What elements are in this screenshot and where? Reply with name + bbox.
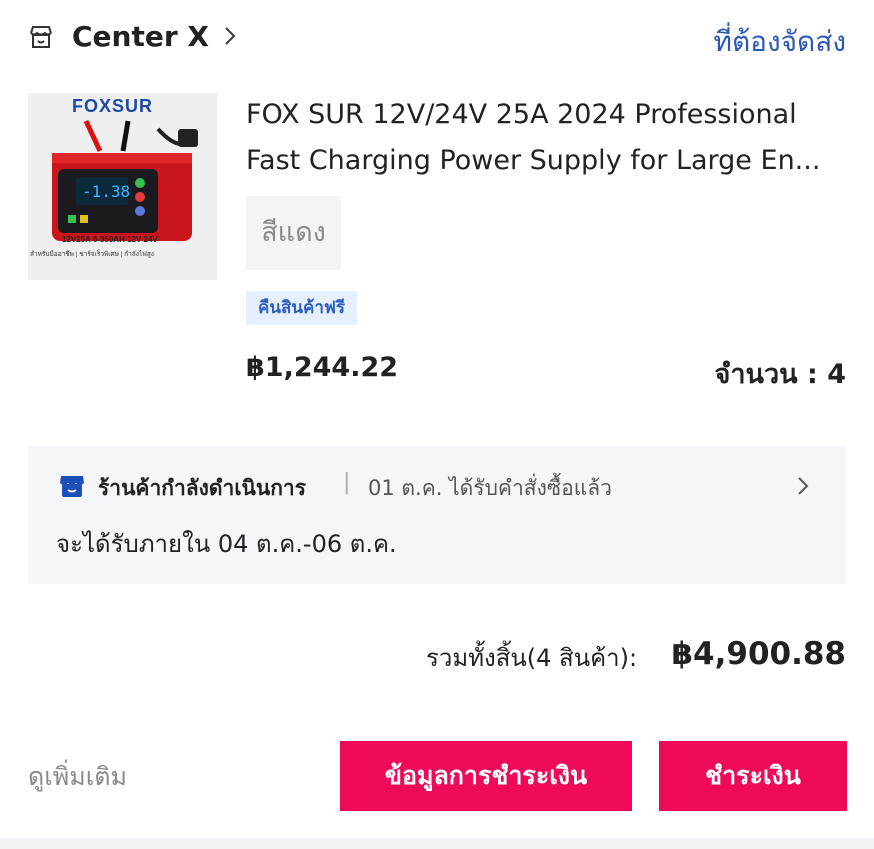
product-image-features: สำหรับมืออาชีพ | ชาร์จเร็วพิเศษ | กำลังไ…: [30, 251, 154, 258]
product-image[interactable]: FOXSUR -1.38 12V25A 6-350AH 12V 24V สำหร…: [28, 93, 217, 280]
product-title-line-2[interactable]: Fast Charging Power Supply for Large En.…: [246, 138, 846, 184]
product-title[interactable]: FOX SUR 12V/24V 25A 2024 Professional Fa…: [246, 92, 846, 184]
order-status: ที่ต้องจัดส่ง: [713, 25, 846, 58]
shipping-detail: 01 ต.ค. ได้รับคำสั่งซื้อแล้ว: [368, 476, 612, 500]
payment-info-button[interactable]: ข้อมูลการชำระเงิน: [340, 741, 632, 811]
product-price: ฿1,244.22: [246, 352, 399, 383]
store-processing-icon: [60, 476, 84, 497]
pay-button[interactable]: ชำระเงิน: [659, 741, 847, 811]
store-header[interactable]: Center X ที่ต้องจัดส่ง: [28, 18, 846, 58]
product-title-line-1[interactable]: FOX SUR 12V/24V 25A 2024 Professional: [246, 92, 846, 138]
see-more-link[interactable]: ดูเพิ่มเติม: [28, 757, 127, 797]
svg-text:-1.38: -1.38: [82, 182, 130, 201]
bottom-divider: [0, 838, 874, 849]
free-return-badge: คืนสินค้าฟรี: [246, 291, 357, 325]
order-total-value: ฿4,900.88: [671, 636, 846, 672]
store-icon: [30, 26, 52, 48]
order-total-label: รวมทั้งสิ้น(4 สินค้า):: [426, 644, 638, 672]
product-image-spec: 12V25A 6-350AH 12V 24V: [62, 235, 158, 244]
shipping-status-card[interactable]: ร้านค้ากำลังดำเนินการ | 01 ต.ค. ได้รับคำ…: [28, 446, 846, 584]
delivery-estimate: จะได้รับภายใน 04 ต.ค.-06 ต.ค.: [56, 530, 397, 558]
store-name[interactable]: Center X: [72, 20, 209, 53]
shipping-separator: |: [343, 470, 351, 495]
chevron-right-icon[interactable]: [796, 474, 810, 498]
charger-illustration: -1.38: [52, 119, 198, 241]
chevron-right-icon[interactable]: [220, 22, 240, 50]
variant-tag: สีแดง: [246, 196, 341, 270]
product-quantity: จำนวน : 4: [714, 359, 846, 390]
shipping-status: ร้านค้ากำลังดำเนินการ: [98, 476, 307, 500]
